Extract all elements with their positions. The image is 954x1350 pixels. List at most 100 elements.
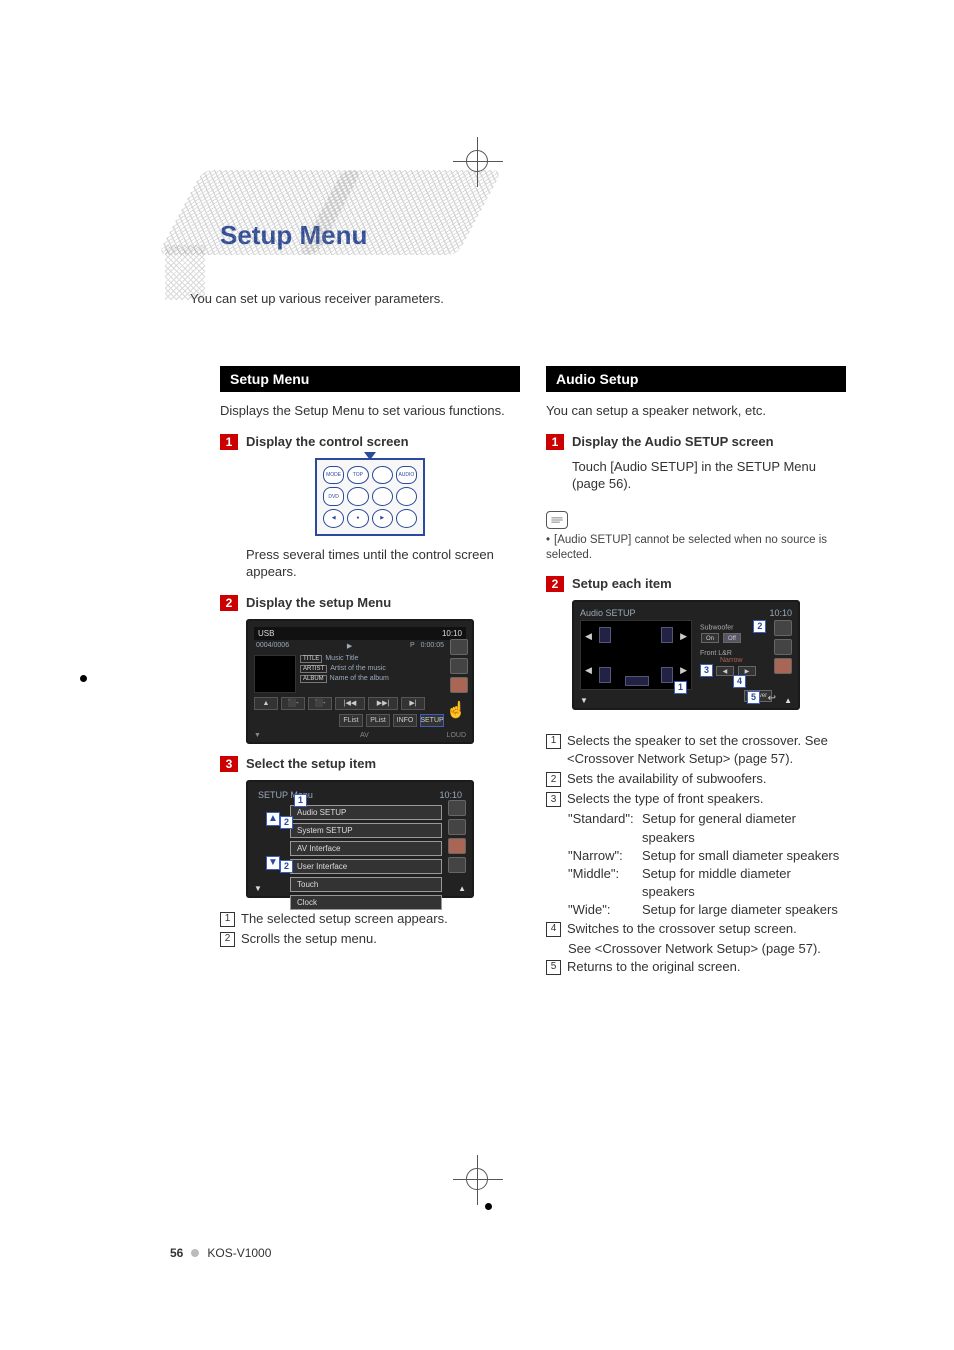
column-setup-menu: Setup Menu Displays the Setup Menu to se… bbox=[220, 366, 520, 978]
step-title: Display the Audio SETUP screen bbox=[572, 434, 774, 449]
remote-button bbox=[372, 466, 393, 485]
speaker-icon bbox=[661, 627, 673, 643]
callout-number-icon: 2 bbox=[220, 932, 235, 947]
artist-tag: ARTIST bbox=[300, 665, 327, 673]
spec-key: "Middle": bbox=[568, 865, 642, 901]
step-number-badge: 1 bbox=[546, 434, 564, 450]
spec-key: "Wide": bbox=[568, 901, 642, 919]
remote-control-figure: MODE TOP AUDIO DVD ◀ ● ▶ bbox=[315, 458, 425, 536]
step-title: Display the control screen bbox=[246, 434, 409, 449]
loud-label: LOUD bbox=[447, 732, 466, 739]
callout-2-marker: 2 bbox=[280, 816, 293, 829]
arrow-left-icon: ◀ bbox=[716, 666, 734, 676]
off-button: Off bbox=[723, 633, 741, 643]
remote-button bbox=[396, 509, 417, 528]
step-title: Setup each item bbox=[572, 576, 672, 591]
speaker-icon bbox=[661, 667, 673, 683]
return-icon: ↩ bbox=[768, 693, 776, 704]
usb-screen-figure: USB 10:10 0004/0006 ▶ P 0:00:05 TITLEMus… bbox=[246, 619, 474, 744]
side-icon bbox=[774, 658, 792, 674]
step-title: Display the setup Menu bbox=[246, 595, 391, 610]
menu-item: User Interface bbox=[290, 859, 442, 874]
setup-button: SETUP bbox=[420, 714, 444, 727]
callout-number-icon: 3 bbox=[546, 792, 561, 807]
av-label: AV bbox=[360, 732, 369, 739]
transport-button: ▲ bbox=[254, 697, 278, 710]
spec-value: Setup for middle diameter speakers bbox=[642, 865, 846, 901]
callout-text: The selected setup screen appears. bbox=[241, 910, 448, 928]
transport-button: ▶| bbox=[401, 697, 425, 710]
side-icon bbox=[774, 620, 792, 636]
callout-1: 1 The selected setup screen appears. bbox=[220, 910, 520, 928]
step-3: 3 Select the setup item bbox=[220, 756, 520, 772]
callout-1-marker: 1 bbox=[674, 681, 687, 694]
side-icon bbox=[450, 677, 468, 693]
menu-item: Audio SETUP bbox=[290, 805, 442, 820]
callout-number-icon: 1 bbox=[546, 734, 561, 749]
arrow-down-icon bbox=[364, 452, 376, 460]
callout-2-marker: 2 bbox=[753, 620, 766, 633]
speaker-icon bbox=[599, 627, 611, 643]
spec-value: Setup for small diameter speakers bbox=[642, 847, 846, 865]
menu-item: Touch bbox=[290, 877, 442, 892]
step-number-badge: 1 bbox=[220, 434, 238, 450]
trim-dot-icon bbox=[485, 1203, 492, 1210]
usb-p: P bbox=[410, 642, 415, 650]
step-number-badge: 2 bbox=[220, 595, 238, 611]
subwoofer-icon bbox=[625, 676, 649, 686]
callout-4: 4 Switches to the crossover setup screen… bbox=[546, 920, 846, 938]
step-1: 1 Display the Audio SETUP screen bbox=[546, 434, 846, 450]
callout-number-icon: 1 bbox=[220, 912, 235, 927]
callout-1-marker: 1 bbox=[294, 794, 307, 807]
arrow-right-icon: ▶ bbox=[680, 665, 687, 676]
note-content: [Audio SETUP] cannot be selected when no… bbox=[546, 534, 827, 562]
usb-elapsed: 0:00:05 bbox=[421, 642, 444, 650]
side-icon bbox=[448, 819, 466, 835]
transport-button: ⬛- bbox=[308, 697, 332, 710]
callout-5-marker: 5 bbox=[747, 691, 760, 704]
usb-clock: 10:10 bbox=[442, 629, 462, 638]
step-body: Touch [Audio SETUP] in the SETUP Menu (p… bbox=[572, 458, 846, 493]
callout-number-icon: 2 bbox=[546, 772, 561, 787]
arrow-left-icon: ◀ bbox=[585, 665, 592, 676]
info-button: INFO bbox=[393, 714, 417, 727]
front-value: Narrow bbox=[720, 657, 743, 664]
menu-item: System SETUP bbox=[290, 823, 442, 838]
menu-item: AV Interface bbox=[290, 841, 442, 856]
callout-5: 5 Returns to the original screen. bbox=[546, 958, 846, 976]
play-icon: ▶ bbox=[295, 642, 404, 650]
note-icon bbox=[546, 511, 568, 529]
spec-wide: "Wide":Setup for large diameter speakers bbox=[568, 901, 846, 919]
subwoofer-label: Subwoofer bbox=[700, 624, 733, 631]
remote-button: AUDIO bbox=[396, 466, 417, 485]
callout-4-sub: See <Crossover Network Setup> (page 57). bbox=[568, 940, 846, 958]
step-2: 2 Setup each item bbox=[546, 576, 846, 592]
scroll-down-icon: ▼ bbox=[266, 856, 280, 870]
callout-number-icon: 4 bbox=[546, 922, 561, 937]
front-lr-label: Front L&R bbox=[700, 650, 732, 657]
transport-button: ⬛- bbox=[281, 697, 305, 710]
callout-4-marker: 4 bbox=[733, 675, 746, 688]
setupmenu-clock: 10:10 bbox=[439, 790, 462, 800]
album-tag: ALBUM bbox=[300, 675, 327, 683]
trim-dot-icon bbox=[80, 675, 87, 682]
remote-button bbox=[396, 487, 417, 506]
transport-button: |◀◀ bbox=[335, 697, 365, 710]
plist-button: PList bbox=[366, 714, 390, 727]
step-number-badge: 3 bbox=[220, 756, 238, 772]
side-icon bbox=[450, 658, 468, 674]
callout-2-marker: 2 bbox=[280, 860, 293, 873]
scroll-up-icon: ▲ bbox=[266, 812, 280, 826]
callout-3-marker: 3 bbox=[700, 664, 713, 677]
model-name: KOS-V1000 bbox=[207, 1246, 271, 1260]
menu-item: Clock bbox=[290, 895, 442, 910]
callout-text: Selects the speaker to set the crossover… bbox=[567, 732, 846, 768]
note-text: •[Audio SETUP] cannot be selected when n… bbox=[546, 533, 846, 564]
flist-button: FList bbox=[339, 714, 363, 727]
corner-icon: ▼ bbox=[254, 884, 262, 893]
side-icon bbox=[448, 857, 466, 873]
spec-standard: "Standard":Setup for general diameter sp… bbox=[568, 810, 846, 846]
callout-text: Returns to the original screen. bbox=[567, 958, 740, 976]
callout-text: Sets the availability of subwoofers. bbox=[567, 770, 766, 788]
remote-button: ▶ bbox=[372, 509, 393, 528]
